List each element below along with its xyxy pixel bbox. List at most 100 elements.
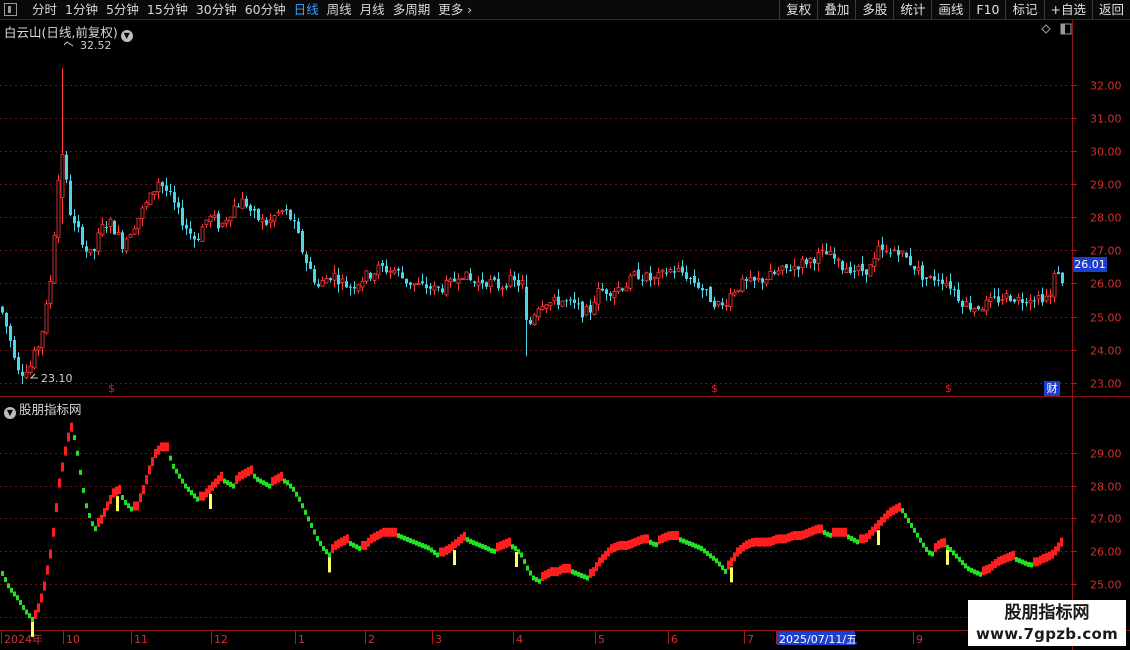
candle-body: [85, 246, 88, 252]
indicator-bar-up: [541, 572, 544, 582]
indicator-bar-down: [487, 546, 490, 552]
indicator-bar-up: [508, 537, 511, 547]
signal-marker: [515, 552, 518, 568]
indicator-bar-up: [61, 462, 64, 472]
price-tick-label: 28.00: [1090, 212, 1122, 225]
candle-body: [612, 291, 617, 299]
candle-body: [32, 349, 37, 369]
indicator-panel-title: ▼ 股朋指标网: [4, 399, 82, 419]
indicator-bar-down: [325, 549, 328, 555]
indicator-bar-up: [889, 507, 892, 517]
indicator-bar-up: [385, 527, 388, 537]
candle-body: [113, 220, 116, 235]
indicator-bar-up: [742, 542, 745, 552]
candle-body: [144, 202, 149, 208]
candle-body: [17, 357, 20, 371]
chart-area[interactable]: 23.00 24.00 25.00 26.00 27.00 28.00 29.00 30.00…: [0, 0, 1130, 650]
indicator-bar-up: [340, 537, 343, 547]
candle-body: [889, 252, 892, 254]
candle-body: [301, 231, 304, 253]
indicator-title: 股朋指标网: [19, 402, 82, 417]
indicator-bar-up: [790, 531, 793, 541]
chevron-down-icon[interactable]: ▼: [4, 407, 16, 419]
indicator-bar-up: [1039, 555, 1042, 565]
candle-body: [656, 272, 661, 279]
indicator-bar-down: [472, 540, 475, 546]
candle-body: [60, 154, 65, 198]
indicator-bar-up: [676, 531, 679, 541]
candle-body: [500, 287, 505, 290]
finance-badge[interactable]: 财: [1044, 381, 1060, 396]
dividend-marker[interactable]: $: [711, 382, 718, 395]
indicator-bar-up: [439, 547, 442, 557]
candle-body: [1013, 299, 1016, 302]
indicator-bar-up: [394, 527, 397, 537]
candle-body: [921, 265, 924, 280]
candle-body: [953, 289, 956, 291]
indicator-bar-up: [202, 491, 205, 501]
indicator-bar-up: [835, 527, 838, 537]
indicator-bar-up: [820, 524, 823, 534]
indicator-bar-down: [433, 550, 436, 556]
indicator-bar-up: [457, 536, 460, 546]
candle-body: [173, 192, 176, 203]
candle-body: [345, 281, 348, 288]
candle-body: [132, 228, 137, 235]
candle-body: [825, 251, 828, 255]
indicator-bar-up: [664, 532, 667, 542]
candle-body: [660, 269, 665, 273]
indicator-bar-down: [94, 526, 97, 532]
candle-body: [841, 261, 844, 271]
candle-body: [513, 276, 516, 281]
candle-body: [813, 259, 816, 264]
candle-body: [900, 250, 905, 254]
indicator-bar-down: [946, 544, 949, 550]
indicator-bar-down: [535, 577, 538, 583]
diamond-icon[interactable]: [1041, 24, 1051, 34]
candle-body: [13, 339, 16, 358]
date-label: 11: [134, 633, 148, 646]
candle-body: [736, 289, 741, 293]
indicator-bar-down: [853, 537, 856, 543]
indicator-bar-up: [334, 540, 337, 550]
indicator-bar-down: [913, 527, 916, 533]
indicator-bar-down: [283, 478, 286, 484]
indicator-bar-down: [961, 560, 964, 566]
candle-body: [792, 265, 797, 270]
dividend-marker[interactable]: $: [108, 382, 115, 395]
candle-body: [732, 291, 737, 296]
candle-body: [93, 249, 96, 252]
candle-body: [280, 210, 285, 213]
candle-body: [369, 272, 372, 279]
indicator-bar-up: [862, 534, 865, 544]
indicator-bar-down: [571, 569, 574, 575]
candle-body: [805, 259, 808, 265]
candle-body: [128, 234, 133, 238]
indicator-bar-up: [595, 562, 598, 572]
indicator-bar-up: [754, 537, 757, 547]
candle-body: [808, 257, 813, 263]
indicator-bar-down: [856, 539, 859, 545]
indicator-bar-down: [178, 473, 181, 479]
candle-body: [785, 264, 788, 269]
candle-body: [652, 276, 657, 280]
candle-body: [916, 267, 921, 272]
main-panel-title: 白云山(日线,前复权) ▼: [4, 22, 133, 42]
indicator-bar-down: [289, 483, 292, 489]
chevron-down-icon[interactable]: ▼: [120, 30, 133, 42]
indicator-bar-down: [424, 544, 427, 550]
candle-body: [1036, 294, 1041, 300]
candle-body: [305, 254, 308, 264]
indicator-bar-down: [358, 545, 361, 551]
indicator-bar-down: [91, 521, 94, 527]
candle-body: [332, 272, 337, 281]
indicator-bar-down: [901, 508, 904, 514]
indicator-bar-up: [808, 527, 811, 537]
candle-body: [780, 265, 785, 271]
indicator-bar-up: [142, 485, 145, 495]
dividend-marker[interactable]: $: [945, 382, 952, 395]
indicator-bar-up: [667, 531, 670, 541]
candle-body: [721, 302, 724, 306]
low-label: 23.10: [41, 372, 73, 385]
signal-marker: [946, 549, 949, 565]
